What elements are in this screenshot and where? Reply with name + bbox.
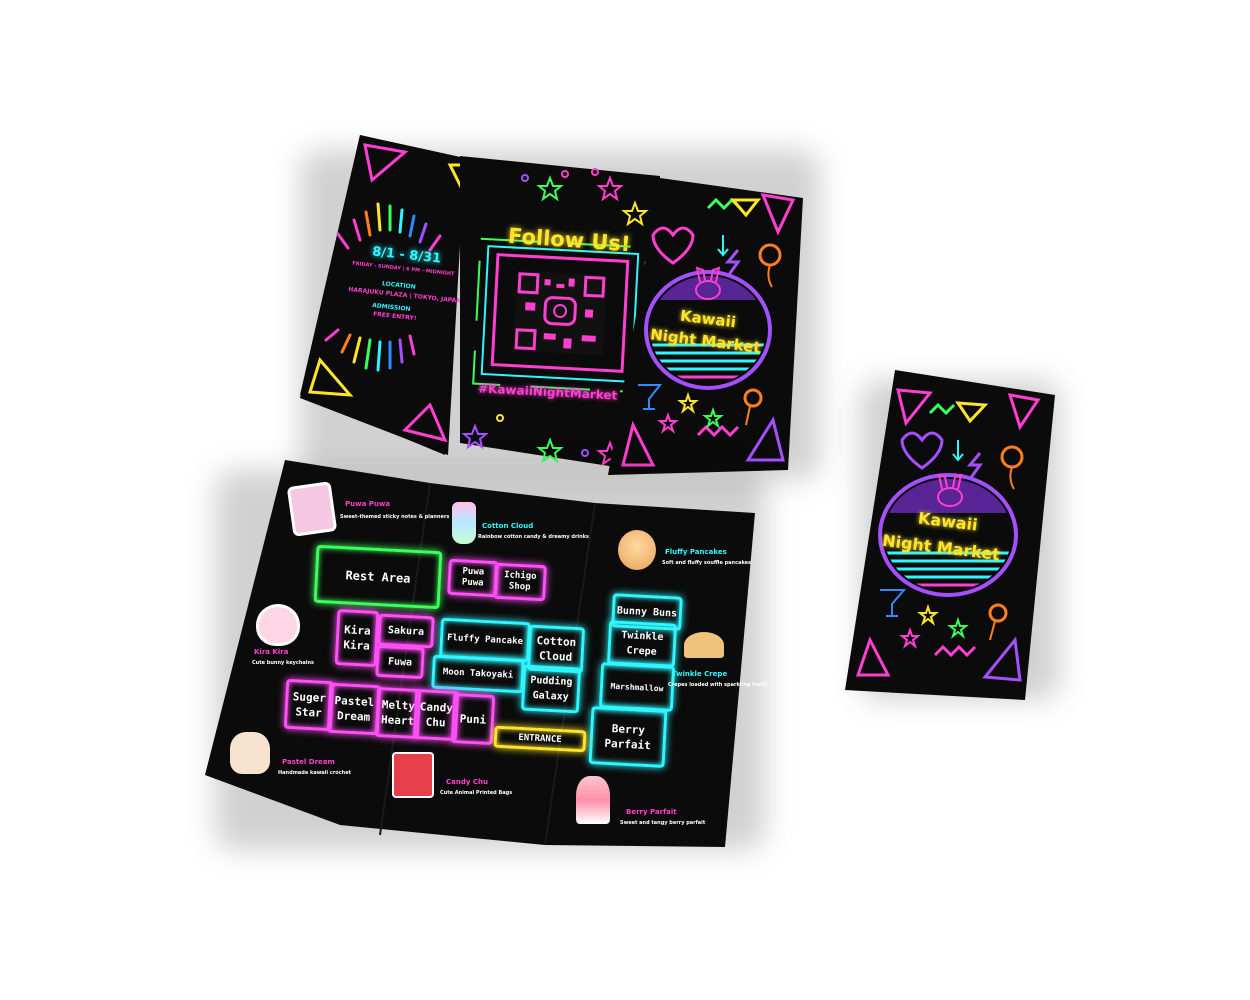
callout-desc: Cute bunny keychains <box>252 660 314 666</box>
crepe-image <box>684 632 724 658</box>
booth-twinkle-crepe[interactable]: Twinkle Crepe <box>606 620 678 668</box>
booth-sakura[interactable]: Sakura <box>377 613 435 649</box>
printed-bag-image <box>392 752 434 798</box>
booth-berry-parfait[interactable]: Berry Parfait <box>588 706 668 768</box>
parfait-image <box>576 776 610 824</box>
booth-moon-takoyaki[interactable]: Moon Takoyaki <box>431 654 525 694</box>
entrance-marker[interactable]: ENTRANCE <box>493 725 587 753</box>
booth-ichigo-shop[interactable]: Ichigo Shop <box>493 562 547 602</box>
booth-marshmallow[interactable]: Marshmallow <box>598 662 676 712</box>
booth-pudding-galaxy[interactable]: Pudding Galaxy <box>520 664 582 714</box>
callout-title: Candy Chu <box>446 778 488 786</box>
heart-keychain-image <box>256 604 300 646</box>
booth-puwa-puwa[interactable]: Puwa Puwa <box>447 558 499 598</box>
cotton-candy-drink-image <box>452 502 476 544</box>
callout-title: Pastel Dream <box>282 758 335 766</box>
callout-desc: Sweet-themed sticky notes & planners <box>340 514 450 520</box>
flyer-card <box>845 370 1055 700</box>
booth-kira-kira[interactable]: Kira Kira <box>334 608 380 668</box>
booth-puni[interactable]: Puni <box>450 692 496 746</box>
market-map: Rest Area Puwa Puwa Ichigo Shop Kira Kir… <box>0 0 1250 1000</box>
callout-title: Berry Parfait <box>626 808 677 816</box>
callout-title: Fluffy Pancakes <box>665 548 727 556</box>
callout-title: Twinkle Crepe <box>672 670 728 678</box>
callout-title: Kira Kira <box>254 648 289 656</box>
callout-desc: Crepes loaded with sparkling fruits <box>668 682 768 688</box>
crochet-pouch-image <box>230 732 270 774</box>
callout-desc: Soft and fluffy souffle pancakes <box>662 560 752 566</box>
booth-fuwa[interactable]: Fuwa <box>375 644 425 680</box>
callout-title: Cotton Cloud <box>482 522 534 530</box>
pancake-stack-image <box>618 530 656 570</box>
callout-desc: Handmade kawaii crochet <box>278 770 352 776</box>
callout-desc: Cute Animal Printed Bags <box>440 790 513 796</box>
callout-desc: Sweet and tangy berry parfait <box>620 820 706 826</box>
sticky-notes-image <box>286 481 338 537</box>
callout-title: Puwa Puwa <box>345 500 391 508</box>
booth-rest-area[interactable]: Rest Area <box>313 544 443 610</box>
callout-desc: Rainbow cotton candy & dreamy drinks <box>478 534 590 540</box>
booth-pastel-dream[interactable]: Pastel Dream <box>326 682 382 736</box>
